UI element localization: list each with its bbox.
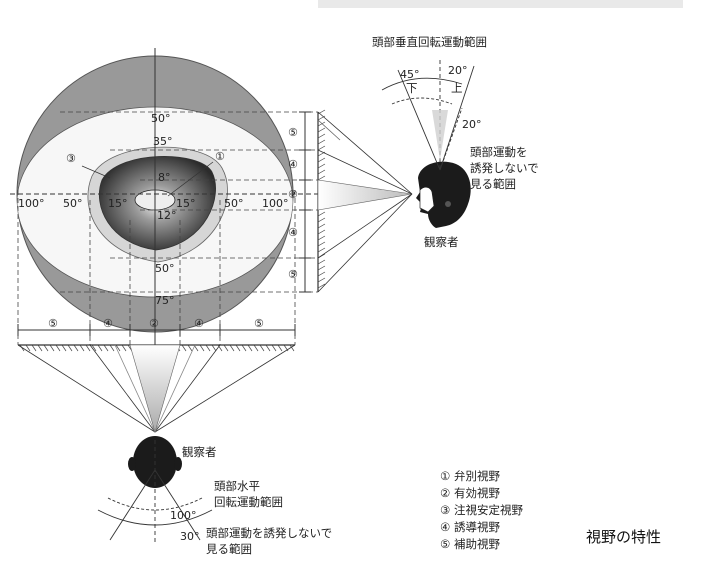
angle-100-bottom: 100°	[170, 509, 197, 522]
angle-20-eye: 20°	[462, 118, 482, 131]
angle-top-50: 50°	[151, 112, 171, 125]
marker-1: ①	[215, 150, 225, 163]
side-effective-beam	[317, 179, 413, 211]
bottom-marker-5a: ⑤	[48, 317, 58, 330]
angle-20-up: 20°	[448, 64, 468, 77]
vertical-no-head-motion-line2: 誘発しないで	[470, 161, 539, 175]
horizontal-no-head-motion-line1: 頭部運動を誘発しないで	[206, 526, 332, 540]
bottom-marker-2: ②	[149, 317, 159, 330]
angle-bottom-50: 50°	[155, 262, 175, 275]
side-marker-4a: ④	[288, 158, 298, 171]
label-down: 下	[406, 81, 418, 95]
angle-left-15: 15°	[108, 197, 128, 210]
horizontal-no-head-motion-line2: 見る範囲	[206, 542, 252, 556]
angle-30-bottom: 30°	[180, 530, 200, 543]
side-marker-5b: ⑤	[288, 268, 298, 281]
legend-item: ③ 注視安定視野	[440, 503, 523, 517]
side-marker-2: ②	[288, 188, 298, 201]
legend-item: ② 有効視野	[440, 486, 500, 500]
horizontal-head-label-line2: 回転運動範囲	[214, 495, 283, 509]
legend-item: ④ 誘導視野	[440, 520, 500, 534]
marker-3: ③	[66, 152, 76, 165]
observer-bottom-label: 観察者	[182, 445, 217, 459]
angle-bottom-75: 75°	[155, 294, 175, 307]
angle-45: 45°	[400, 68, 420, 81]
vertical-no-head-motion-line3: 見る範囲	[470, 177, 516, 191]
visual-field-diagram: 50° 35° 8° 100° 50° 15° 15° 50° 100° 12°…	[10, 35, 539, 556]
horizontal-head-label-line1: 頭部水平	[214, 479, 260, 493]
angle-inner-12: 12°	[157, 209, 177, 222]
bottom-marker-5b: ⑤	[254, 317, 264, 330]
angle-right-50: 50°	[224, 197, 244, 210]
figure-caption: 視野の特性	[586, 528, 662, 546]
angle-right-100: 100°	[262, 197, 289, 210]
vertical-no-head-motion-line1: 頭部運動を	[470, 145, 528, 159]
side-marker-4b: ④	[288, 226, 298, 239]
bottom-marker-4b: ④	[194, 317, 204, 330]
side-observer-head	[416, 161, 471, 228]
bottom-marker-4a: ④	[103, 317, 113, 330]
legend: ① 弁別視野 ② 有効視野 ③ 注視安定視野 ④ 誘導視野 ⑤ 補助視野	[440, 468, 523, 553]
label-up: 上	[451, 81, 463, 95]
angle-inner-8: 8°	[158, 171, 171, 184]
angle-right-15: 15°	[176, 197, 196, 210]
side-marker-5a: ⑤	[288, 126, 298, 139]
angle-top-35: 35°	[153, 135, 173, 148]
angle-left-100: 100°	[18, 197, 45, 210]
observer-side-label: 観察者	[424, 235, 459, 249]
legend-item: ① 弁別視野	[440, 469, 500, 483]
bottom-effective-beam	[129, 344, 181, 434]
legend-item: ⑤ 補助視野	[440, 537, 500, 551]
angle-left-50: 50°	[63, 197, 83, 210]
vertical-head-label: 頭部垂直回転運動範囲	[372, 35, 487, 49]
